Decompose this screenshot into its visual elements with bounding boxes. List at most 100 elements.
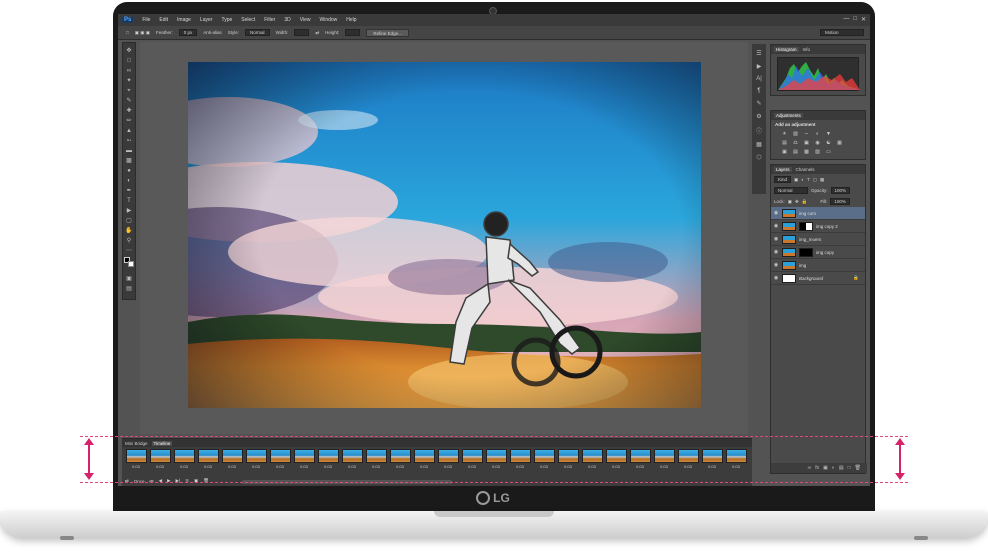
layer-row[interactable]: ◉ img_moers — [771, 233, 865, 246]
kind-filter-select[interactable]: Kind — [774, 176, 792, 183]
frame-delay[interactable]: 0.03 — [204, 464, 212, 469]
timeline-frame[interactable]: 0.03 — [341, 449, 363, 473]
minimize-icon[interactable]: — — [843, 16, 849, 23]
screen-mode-icon[interactable]: ▤ — [125, 285, 134, 293]
menu-select[interactable]: Select — [241, 17, 255, 23]
height-input[interactable] — [345, 29, 361, 36]
delete-layer-icon[interactable]: 🗑 — [855, 465, 861, 471]
selective-color-icon[interactable]: ▧ — [814, 149, 821, 155]
black-white-icon[interactable]: ▣ — [803, 140, 810, 146]
filter-adjust-icon[interactable]: ◐ — [801, 177, 804, 182]
frame-delay[interactable]: 0.03 — [420, 464, 428, 469]
dodge-icon[interactable]: ◐ — [125, 177, 134, 185]
maximize-icon[interactable]: □ — [853, 16, 857, 23]
prev-frame-icon[interactable]: ◀ — [159, 478, 162, 484]
timeline-frame[interactable]: 0.03 — [485, 449, 507, 473]
lock-position-icon[interactable]: ✥ — [795, 199, 799, 205]
refine-edge-button[interactable]: Refine Edge... — [366, 28, 409, 37]
frame-delay[interactable]: 0.03 — [324, 464, 332, 469]
channel-mixer-icon[interactable]: ☯ — [825, 140, 832, 146]
duplicate-frame-icon[interactable]: ▣ — [194, 478, 198, 484]
posterize-icon[interactable]: ▤ — [792, 149, 799, 155]
menu-layer[interactable]: Layer — [200, 17, 213, 23]
color-balance-icon[interactable]: ⚖ — [792, 140, 799, 146]
lasso-icon[interactable]: ∞ — [125, 67, 134, 75]
tab-channels[interactable]: Channels — [796, 167, 815, 172]
menu-edit[interactable]: Edit — [159, 17, 168, 23]
hand-icon[interactable]: ✋ — [125, 227, 134, 235]
menu-file[interactable]: File — [142, 17, 150, 23]
document-photo[interactable] — [188, 62, 701, 408]
fill-input[interactable]: 100% — [830, 198, 850, 205]
timeline-frame[interactable]: 0.03 — [677, 449, 699, 473]
play-action-icon[interactable]: ▶ — [757, 63, 762, 70]
timeline-frame[interactable]: 0.03 — [389, 449, 411, 473]
timeline-frame[interactable]: 0.03 — [725, 449, 747, 473]
close-icon[interactable]: ✕ — [861, 16, 866, 23]
frame-delay[interactable]: 0.03 — [348, 464, 356, 469]
color-lookup-icon[interactable]: ▦ — [836, 140, 843, 146]
filter-smart-icon[interactable]: ▩ — [820, 177, 824, 183]
timeline-frame[interactable]: 0.03 — [149, 449, 171, 473]
frame-delay[interactable]: 0.03 — [276, 464, 284, 469]
info-icon[interactable]: ⓘ — [756, 126, 762, 135]
visibility-eye-icon[interactable]: ◉ — [773, 275, 779, 281]
menu-type[interactable]: Type — [221, 17, 232, 23]
quick-mask-icon[interactable]: ▣ — [125, 275, 134, 283]
antialias-checkbox[interactable]: Anti-alias — [203, 30, 222, 35]
brush-icon[interactable]: ✏ — [125, 117, 134, 125]
timeline-frame[interactable]: 0.03 — [653, 449, 675, 473]
visibility-eye-icon[interactable]: ◉ — [773, 236, 779, 242]
timeline-frame[interactable]: 0.03 — [413, 449, 435, 473]
frame-delay[interactable]: 0.03 — [636, 464, 644, 469]
tab-layers[interactable]: Layers — [774, 167, 792, 172]
menu-view[interactable]: View — [300, 17, 311, 23]
selection-mode-icons[interactable]: ▣ ▣ ▣ — [135, 30, 150, 36]
quick-select-icon[interactable]: ✦ — [125, 77, 134, 85]
layer-style-icon[interactable]: fx — [815, 465, 819, 471]
workspace-select[interactable]: Motion — [820, 29, 864, 36]
frame-delay[interactable]: 0.03 — [732, 464, 740, 469]
timeline-frame[interactable]: 0.03 — [365, 449, 387, 473]
gradient-icon[interactable]: ▩ — [125, 157, 134, 165]
frame-delay[interactable]: 0.03 — [468, 464, 476, 469]
gradient-map-icon[interactable]: ▭ — [825, 149, 832, 155]
menu-help[interactable]: Help — [346, 17, 356, 23]
frame-delay[interactable]: 0.03 — [300, 464, 308, 469]
timeline-frame[interactable]: 0.03 — [437, 449, 459, 473]
visibility-eye-icon[interactable]: ◉ — [773, 223, 779, 229]
frame-delay[interactable]: 0.03 — [684, 464, 692, 469]
layer-row[interactable]: ◉ img — [771, 259, 865, 272]
canvas-area[interactable] — [140, 42, 748, 434]
lock-pixels-icon[interactable]: ▣ — [788, 199, 792, 205]
timeline-frame[interactable]: 0.03 — [461, 449, 483, 473]
shape-icon[interactable]: ▢ — [125, 217, 134, 225]
layer-row[interactable]: ◉ img copy 2 — [771, 220, 865, 233]
frame-delay[interactable]: 0.03 — [660, 464, 668, 469]
frame-delay[interactable]: 0.03 — [372, 464, 380, 469]
timeline-frame[interactable]: 0.03 — [557, 449, 579, 473]
timeline-frame[interactable]: 0.03 — [197, 449, 219, 473]
opacity-input[interactable]: 100% — [830, 187, 851, 194]
convert-icon[interactable]: ⇄ — [125, 478, 129, 484]
vibrance-icon[interactable]: ▼ — [825, 131, 832, 137]
lock-all-icon[interactable]: 🔒 — [802, 199, 808, 205]
timeline-frame[interactable]: 0.03 — [533, 449, 555, 473]
frame-delay[interactable]: 0.03 — [612, 464, 620, 469]
new-group-icon[interactable]: ▤ — [839, 465, 844, 471]
eraser-icon[interactable]: ▬ — [125, 147, 134, 155]
tab-timeline[interactable]: Timeline — [151, 440, 173, 446]
timeline-frame[interactable]: 0.03 — [245, 449, 267, 473]
frame-delay[interactable]: 0.03 — [564, 464, 572, 469]
path-select-icon[interactable]: ▶ — [125, 207, 134, 215]
curves-icon[interactable]: ∽ — [803, 131, 810, 137]
timeline-frame[interactable]: 0.03 — [269, 449, 291, 473]
visibility-eye-icon[interactable]: ◉ — [773, 210, 779, 216]
layer-mask-thumbnail[interactable] — [799, 221, 813, 231]
layer-mask-thumbnail[interactable] — [799, 247, 813, 257]
timeline-frame[interactable]: 0.03 — [581, 449, 603, 473]
paragraph-icon[interactable]: ¶ — [757, 88, 760, 94]
move-tool-icon[interactable]: ✥ — [125, 47, 134, 55]
tab-histogram[interactable]: Histogram — [774, 47, 799, 52]
healing-icon[interactable]: ✚ — [125, 107, 134, 115]
